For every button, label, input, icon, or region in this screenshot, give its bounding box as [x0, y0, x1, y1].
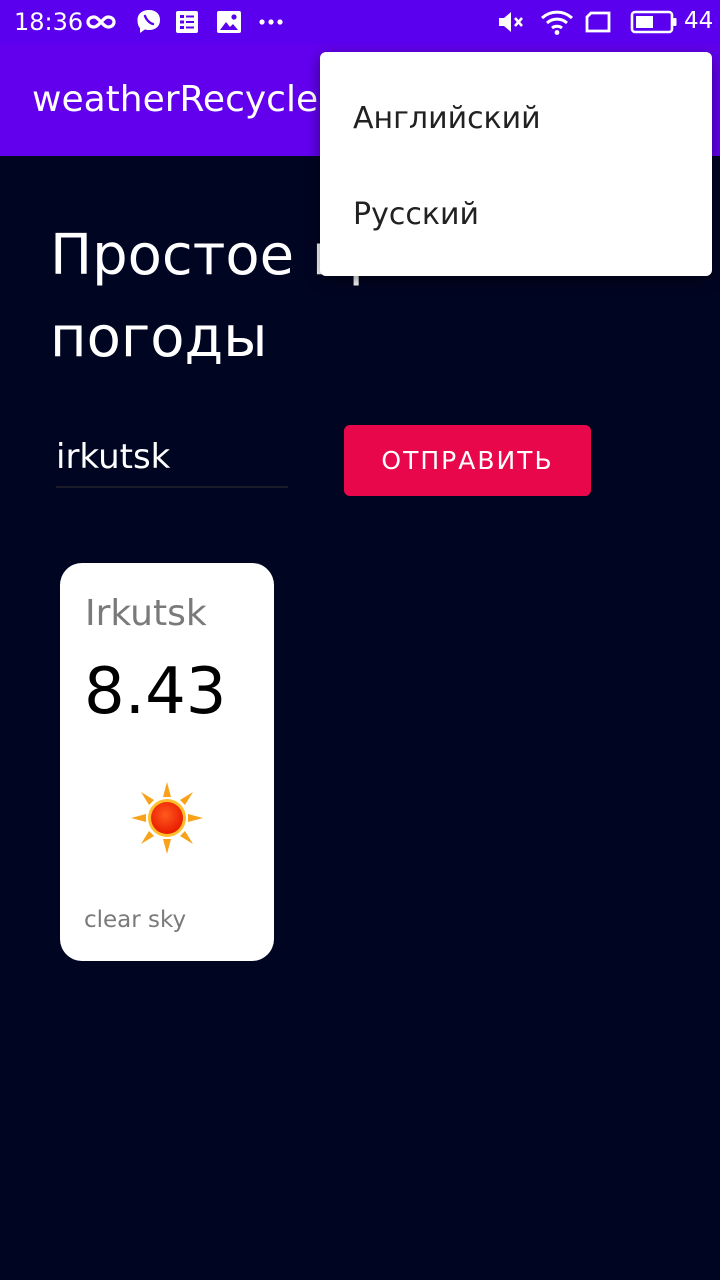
infinity-icon: [86, 8, 116, 36]
weather-card[interactable]: Irkutsk 8.43 clear sky: [60, 563, 274, 961]
card-temperature: 8.43: [84, 655, 227, 729]
app-title: weatherRecycle: [32, 79, 319, 120]
status-bar: 18:36 44: [0, 0, 720, 44]
battery-level: 44: [684, 8, 714, 34]
language-menu: Английский Русский: [320, 52, 712, 276]
city-input[interactable]: [56, 428, 288, 488]
card-city-name: Irkutsk: [85, 593, 207, 634]
card-description: clear sky: [84, 907, 187, 933]
mute-icon: [496, 8, 526, 36]
wifi-icon: [540, 8, 574, 36]
screen-icon: [584, 8, 614, 36]
more-dots-icon: [256, 8, 286, 36]
send-button[interactable]: ОТПРАВИТЬ: [344, 425, 591, 496]
viber-icon: [134, 8, 164, 36]
sun-icon: [130, 781, 204, 855]
status-time: 18:36: [14, 8, 84, 36]
battery-icon: [630, 8, 678, 36]
gallery-icon: [214, 8, 244, 36]
menu-item-english[interactable]: Английский: [320, 70, 712, 166]
menu-item-russian[interactable]: Русский: [320, 166, 712, 262]
news-icon: [172, 8, 202, 36]
